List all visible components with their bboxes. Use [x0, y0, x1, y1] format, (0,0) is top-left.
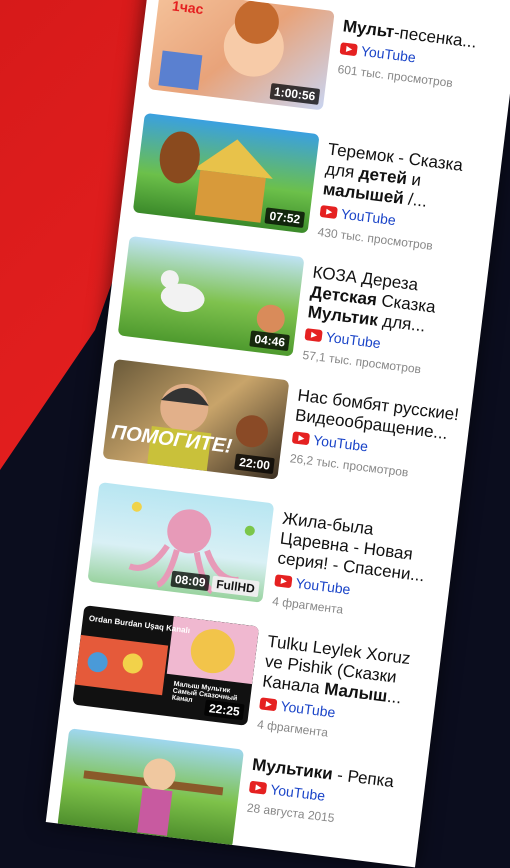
youtube-icon [274, 574, 293, 589]
video-meta: Tulku Leylek Xoruz ve Pishik (Сказки Кан… [246, 627, 431, 751]
youtube-icon [304, 328, 323, 343]
video-thumbnail[interactable]: 07:52 [132, 112, 320, 234]
video-meta: Жила-была Царевна - Новая серия! - Спасе… [262, 504, 447, 628]
video-meta: Мультики - Репка YouTube 28 августа 2015 [236, 750, 417, 835]
video-thumbnail[interactable]: 1час 1:00:56 [147, 0, 335, 111]
title-part: - Репка [331, 764, 395, 792]
youtube-icon [339, 42, 358, 57]
video-meta: Теремок - Сказка для детей и малышей /..… [307, 134, 492, 258]
title-part: ... [386, 686, 403, 708]
video-meta: Нас бомбят русские! Видеообращение... Yo… [279, 380, 462, 485]
title-bold-part: Мультики [251, 754, 334, 784]
title-part: /... [402, 189, 429, 211]
title-bold-part: Мульт [341, 16, 396, 42]
video-meta: КОЗА Дереза Детская Сказка Мультик для..… [292, 257, 477, 381]
video-thumbnail[interactable]: ПОМОГИТЕ! 22:00 [102, 359, 290, 480]
video-thumbnail[interactable] [57, 728, 245, 849]
video-thumbnail[interactable]: 08:09 FullHD [87, 482, 275, 603]
channel-name: YouTube [340, 205, 397, 229]
video-meta: Мульт-песенка... YouTube 601 тыс. просмо… [327, 11, 508, 96]
channel-name: YouTube [294, 574, 352, 598]
channel-name: YouTube [279, 697, 337, 721]
thumbnail-art [83, 758, 224, 836]
video-thumbnail[interactable]: 04:46 [117, 235, 305, 357]
title-part: и [405, 169, 423, 190]
youtube-icon [319, 204, 338, 219]
youtube-icon [291, 431, 311, 446]
channel-name: YouTube [325, 328, 382, 352]
youtube-icon [259, 697, 278, 712]
channel-name: YouTube [269, 781, 327, 804]
video-thumbnail[interactable]: Ordan Burdan Uşaq Kanalı Малыш Мультик С… [72, 605, 260, 726]
channel-name: YouTube [312, 431, 369, 455]
channel-name: YouTube [360, 42, 417, 66]
youtube-icon [248, 780, 268, 795]
